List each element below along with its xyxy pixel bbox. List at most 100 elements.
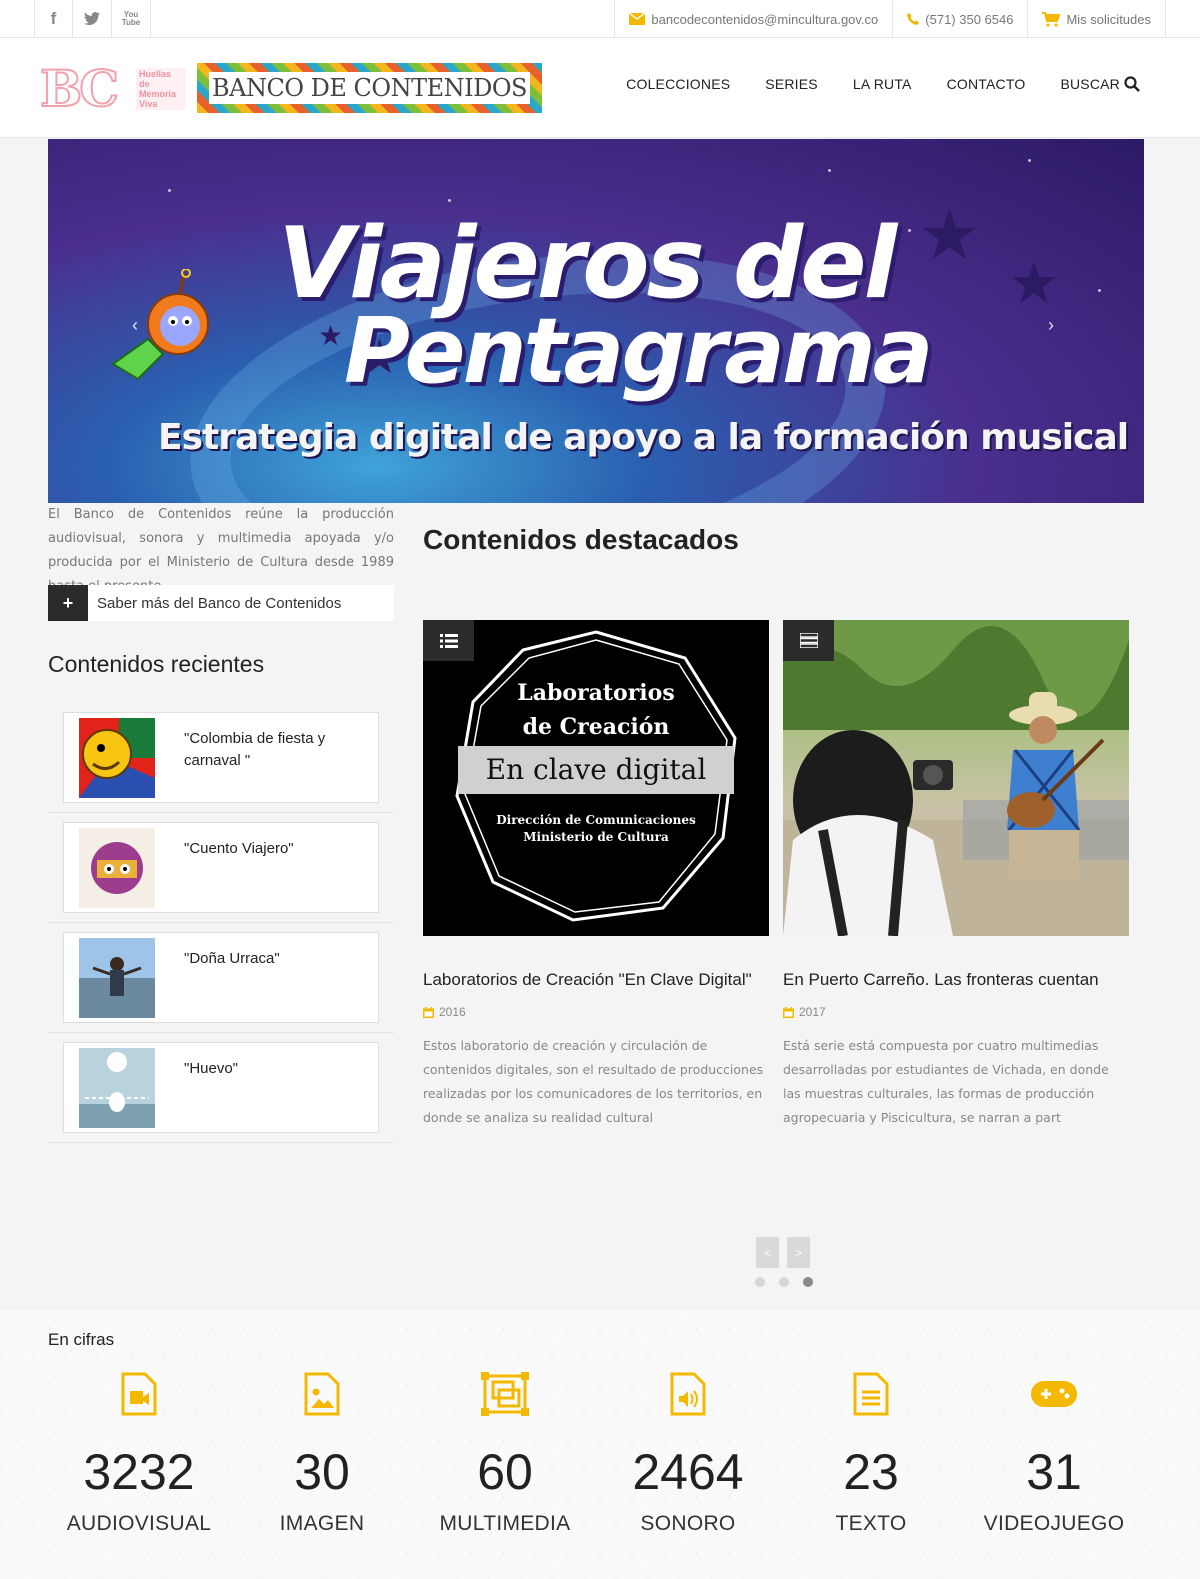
plus-icon: +	[48, 585, 88, 621]
phone-link[interactable]: (571) 350 6546	[892, 0, 1027, 38]
phone-icon	[907, 12, 920, 25]
stat-multimedia[interactable]: 60 MULTIMEDIA	[414, 1370, 596, 1536]
hero-star-dot	[448, 199, 451, 202]
list-icon	[423, 620, 474, 661]
site-header: BC Huellas de Memoria Viva BANCO DE CONT…	[0, 38, 1200, 138]
twitter-icon	[84, 12, 100, 26]
hero-star-dot	[168, 189, 171, 192]
hero-star-dot	[828, 169, 831, 172]
list-item: "Doña Urraca"	[48, 923, 394, 1033]
carousel-controls: < >	[756, 1237, 810, 1268]
stat-label: VIDEOJUEGO	[983, 1512, 1125, 1535]
recent-list: "Colombia de fiesta y carnaval " "Cuento…	[48, 703, 394, 1143]
nav-colecciones[interactable]: COLECCIONES	[626, 76, 730, 92]
recent-card[interactable]: "Cuento Viajero"	[63, 822, 379, 913]
carousel-prev-button[interactable]: <	[756, 1237, 779, 1268]
email-link[interactable]: bancodecontenidos@mincultura.gov.co	[614, 0, 892, 38]
banco-logo[interactable]: BANCO DE CONTENIDOS	[197, 63, 542, 113]
stat-label: IMAGEN	[279, 1512, 365, 1535]
main-nav: COLECCIONES SERIES LA RUTA CONTACTO BUSC…	[626, 76, 1140, 92]
recent-thumbnail[interactable]	[79, 718, 155, 798]
facebook-icon: f	[50, 9, 57, 28]
featured-card: En Puerto Carreño. Las fronteras cuentan…	[783, 620, 1129, 1125]
nav-contacto[interactable]: CONTACTO	[947, 76, 1026, 92]
stat-videojuego[interactable]: 31 VIDEOJUEGO	[963, 1370, 1145, 1536]
featured-image-band: En clave digital	[458, 746, 734, 794]
carousel-dot[interactable]	[779, 1277, 789, 1287]
recent-item-title[interactable]: "Cuento Viajero"	[184, 838, 364, 860]
hero-prev-arrow[interactable]: ‹	[132, 315, 138, 336]
text-file-icon	[853, 1372, 889, 1416]
youtube-icon: You Tube	[121, 10, 141, 27]
stat-sonoro[interactable]: 2464 SONORO	[597, 1370, 779, 1536]
hero-star-dot	[1028, 159, 1031, 162]
recent-item-title[interactable]: "Doña Urraca"	[184, 948, 364, 970]
learn-more-button[interactable]: + Saber más del Banco de Contenidos	[48, 585, 394, 621]
featured-card-desc: Estos laboratorio de creación y circulac…	[423, 1038, 764, 1125]
stat-label: MULTIMEDIA	[439, 1512, 571, 1535]
twitter-link[interactable]	[73, 0, 112, 38]
image-file-icon	[304, 1372, 340, 1416]
featured-image[interactable]	[783, 620, 1129, 936]
featured-image[interactable]: Laboratorios de Creación En clave digita…	[423, 620, 769, 936]
requests-text: Mis solicitudes	[1066, 11, 1151, 27]
recent-card[interactable]: "Huevo"	[63, 1042, 379, 1133]
stats-section: En cifras 3232 AUDIOVISUAL 30 IMAGEN 60 …	[0, 1310, 1200, 1579]
hero-star-dot	[908, 229, 911, 232]
calendar-icon	[783, 1006, 794, 1018]
featured-image-credit: Dirección de Comunicaciones Ministerio d…	[496, 813, 696, 844]
recent-thumbnail[interactable]	[79, 828, 155, 908]
carousel-dot-active[interactable]	[803, 1277, 813, 1287]
calendar-icon	[423, 1006, 434, 1018]
email-text: bancodecontenidos@mincultura.gov.co	[651, 11, 879, 27]
featured-card-year: 2016	[423, 1005, 466, 1019]
cart-icon	[1042, 11, 1061, 27]
hero-star-icon: ★	[1008, 251, 1060, 316]
recent-item-title[interactable]: "Huevo"	[184, 1058, 364, 1080]
list-item: "Cuento Viajero"	[48, 813, 394, 923]
stat-label: TEXTO	[835, 1512, 907, 1535]
facebook-link[interactable]: f	[34, 0, 73, 38]
stat-audiovisual[interactable]: 3232 AUDIOVISUAL	[48, 1370, 230, 1536]
carousel-next-button[interactable]: >	[787, 1237, 810, 1268]
recent-thumbnail[interactable]	[79, 938, 155, 1018]
carousel-dots	[755, 1277, 813, 1287]
hero-title-line2: Pentagrama	[344, 299, 933, 404]
stat-number: 30	[294, 1444, 350, 1500]
stats-title: En cifras	[48, 1330, 115, 1349]
stat-number: 60	[477, 1444, 533, 1500]
top-bar: f You Tube bancodecontenidos@mincultura.…	[0, 0, 1200, 38]
recent-thumbnail[interactable]	[79, 1048, 155, 1128]
stat-number: 31	[1026, 1444, 1082, 1500]
stat-label: AUDIOVISUAL	[66, 1512, 212, 1535]
server-icon	[783, 620, 834, 661]
gamepad-icon	[1031, 1381, 1077, 1407]
featured-card-title[interactable]: En Puerto Carreño. Las fronteras cuentan	[783, 970, 1099, 990]
hero-subtitle: Estrategia digital de apoyo a la formaci…	[158, 417, 1129, 458]
list-item: "Colombia de fiesta y carnaval "	[48, 703, 394, 813]
hero-next-arrow[interactable]: ›	[1048, 315, 1054, 336]
list-item: "Huevo"	[48, 1033, 394, 1143]
bc-logo[interactable]: BC Huellas de Memoria Viva	[39, 59, 186, 118]
featured-card-year: 2017	[783, 1005, 826, 1019]
featured-card-title[interactable]: Laboratorios de Creación "En Clave Digit…	[423, 970, 752, 990]
requests-link[interactable]: Mis solicitudes	[1027, 0, 1166, 38]
nav-la-ruta[interactable]: LA RUTA	[853, 76, 912, 92]
youtube-link[interactable]: You Tube	[112, 0, 151, 38]
featured-card-desc: Está serie está compuesta por cuatro mul…	[783, 1038, 1109, 1125]
bc-logo-letters: BC	[39, 59, 120, 118]
recent-item-title[interactable]: "Colombia de fiesta y carnaval "	[184, 728, 364, 772]
recent-card[interactable]: "Colombia de fiesta y carnaval "	[63, 712, 379, 803]
stat-imagen[interactable]: 30 IMAGEN	[231, 1370, 413, 1536]
nav-buscar[interactable]: BUSCAR	[1060, 76, 1140, 92]
hero-slider[interactable]: ★ ★ ★ ★ Viajeros del Pentagrama Estrateg…	[48, 139, 1144, 503]
carousel-dot[interactable]	[755, 1277, 765, 1287]
nav-series[interactable]: SERIES	[765, 76, 818, 92]
search-icon	[1124, 76, 1140, 92]
banco-logo-text: BANCO DE CONTENIDOS	[209, 72, 530, 104]
stat-texto[interactable]: 23 TEXTO	[780, 1370, 962, 1536]
stat-number: 23	[843, 1444, 899, 1500]
recent-card[interactable]: "Doña Urraca"	[63, 932, 379, 1023]
phone-text: (571) 350 6546	[925, 11, 1014, 27]
stat-number: 2464	[632, 1444, 744, 1500]
